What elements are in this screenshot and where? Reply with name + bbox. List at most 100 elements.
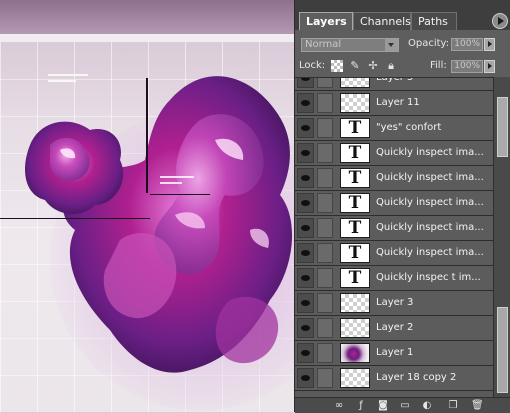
layer-mask-icon[interactable]: ◙ [377,400,389,411]
layer-row[interactable]: Layer 18 copy 2 [295,366,493,391]
tab-channels[interactable]: Channels [353,12,411,30]
layer-thumbnail [340,343,370,363]
layer-link-toggle[interactable] [317,143,333,163]
guide-line [0,218,150,219]
text-layer-icon: T [340,268,370,288]
lock-transparency-icon[interactable] [331,60,343,72]
trash-icon[interactable]: 🗑︎ [471,400,484,411]
opacity-slider-arrow-icon[interactable] [484,38,495,51]
visibility-eye-icon[interactable] [297,368,314,388]
layer-link-toggle[interactable] [317,193,333,213]
layer-name: Quickly inspect ima... [376,147,484,158]
visibility-eye-icon[interactable] [297,293,314,313]
lock-move-icon[interactable]: ✢ [367,60,379,72]
decorative-microtext [160,176,194,178]
fill-input[interactable]: 100% [451,60,483,73]
tab-paths[interactable]: Paths [411,12,457,30]
fill-slider-arrow-icon[interactable] [484,60,495,73]
visibility-eye-icon[interactable] [297,243,314,263]
lock-label: Lock: [299,60,326,71]
layer-name: Layer 3 [376,297,414,308]
layer-row[interactable]: Layer 2 [295,316,493,341]
layer-row[interactable]: T Quickly inspect ima... [295,166,493,191]
link-layers-icon[interactable]: ∞ [333,400,345,411]
layer-name: "yes" confort [376,122,442,133]
layers-list: Layer 5 Layer 11 T "yes" confort T Quickly in… [295,77,493,398]
decorative-microtext [48,74,88,76]
layer-row[interactable]: T "yes" confort [295,116,493,141]
decorative-microtext [160,182,182,184]
opacity-input[interactable]: 100% [451,38,483,51]
blend-mode-select[interactable]: Normal [301,38,399,52]
layer-row[interactable]: T Quickly inspect ima... [295,141,493,166]
layer-link-toggle[interactable] [317,318,333,338]
visibility-eye-icon[interactable] [297,118,314,138]
new-group-icon[interactable]: ▭ [399,400,411,411]
lock-all-icon[interactable]: 🔒︎ [385,60,397,72]
visibility-eye-icon[interactable] [297,78,314,88]
layer-link-toggle[interactable] [317,293,333,313]
layer-thumbnail [340,318,370,338]
visibility-eye-icon[interactable] [297,143,314,163]
layer-name: Quickly inspect ima... [376,247,484,258]
scrollbar-track[interactable] [497,307,508,393]
fill-label: Fill: [430,60,447,71]
text-layer-icon: T [340,193,370,213]
layer-link-toggle[interactable] [317,218,333,238]
layer-name: Layer 1 [376,347,414,358]
layer-link-toggle[interactable] [317,78,333,88]
blend-mode-value: Normal [305,39,342,50]
layer-row[interactable]: T Quickly inspect ima... [295,191,493,216]
layer-name: Layer 5 [376,77,414,83]
visibility-eye-icon[interactable] [297,268,314,288]
text-layer-icon: T [340,143,370,163]
layer-name: Layer 18 copy 2 [376,372,457,383]
guide-line [150,194,210,195]
panel-menu-icon[interactable] [492,13,508,29]
new-layer-icon[interactable]: ❐ [447,400,459,411]
layer-link-toggle[interactable] [317,118,333,138]
layer-link-toggle[interactable] [317,343,333,363]
visibility-eye-icon[interactable] [297,193,314,213]
guide-line [146,78,148,193]
layer-name: Quickly inspect ima... [376,197,484,208]
layer-name: Layer 2 [376,322,414,333]
layer-row[interactable]: Layer 3 [295,291,493,316]
layer-link-toggle[interactable] [317,368,333,388]
text-layer-icon: T [340,218,370,238]
visibility-eye-icon[interactable] [297,218,314,238]
lock-brush-icon[interactable]: ✎ [349,60,361,72]
visibility-eye-icon[interactable] [297,318,314,338]
tab-layers[interactable]: Layers [299,12,353,30]
artwork [25,76,294,410]
panel-tab-bar: Layers Channels Paths [295,0,510,30]
adjustment-layer-icon[interactable]: ◐ [421,400,433,411]
layers-scrollbar[interactable] [493,77,510,397]
blend-options-row: Normal Opacity: 100% [295,32,510,56]
visibility-eye-icon[interactable] [297,343,314,363]
document-canvas[interactable] [0,0,294,412]
layer-row[interactable]: Layer 11 [295,91,493,116]
layer-name: Quickly inspec t im... [376,272,481,283]
decorative-microtext [48,80,76,82]
layer-row[interactable]: T Quickly inspec t im... [295,266,493,291]
layer-name: Quickly inspect ima... [376,222,484,233]
layers-panel: Layers Channels Paths Normal Opacity: 10… [294,0,510,413]
visibility-eye-icon[interactable] [297,168,314,188]
layer-row[interactable]: T Quickly inspect ima... [295,241,493,266]
scrollbar-thumb[interactable] [497,97,508,157]
layer-row[interactable]: T Quickly inspect ima... [295,216,493,241]
layer-link-toggle[interactable] [317,168,333,188]
layer-thumbnail [340,93,370,113]
layer-row[interactable]: Layer 1 [295,341,493,366]
layer-link-toggle[interactable] [317,93,333,113]
text-layer-icon: T [340,168,370,188]
layer-link-toggle[interactable] [317,268,333,288]
visibility-eye-icon[interactable] [297,93,314,113]
layer-name: Quickly inspect ima... [376,172,484,183]
layer-name: Layer 11 [376,97,420,108]
layer-row[interactable]: Layer 5 [295,77,493,91]
layer-thumbnail [340,368,370,388]
layer-style-icon[interactable]: ƒ [355,400,367,411]
layer-link-toggle[interactable] [317,243,333,263]
